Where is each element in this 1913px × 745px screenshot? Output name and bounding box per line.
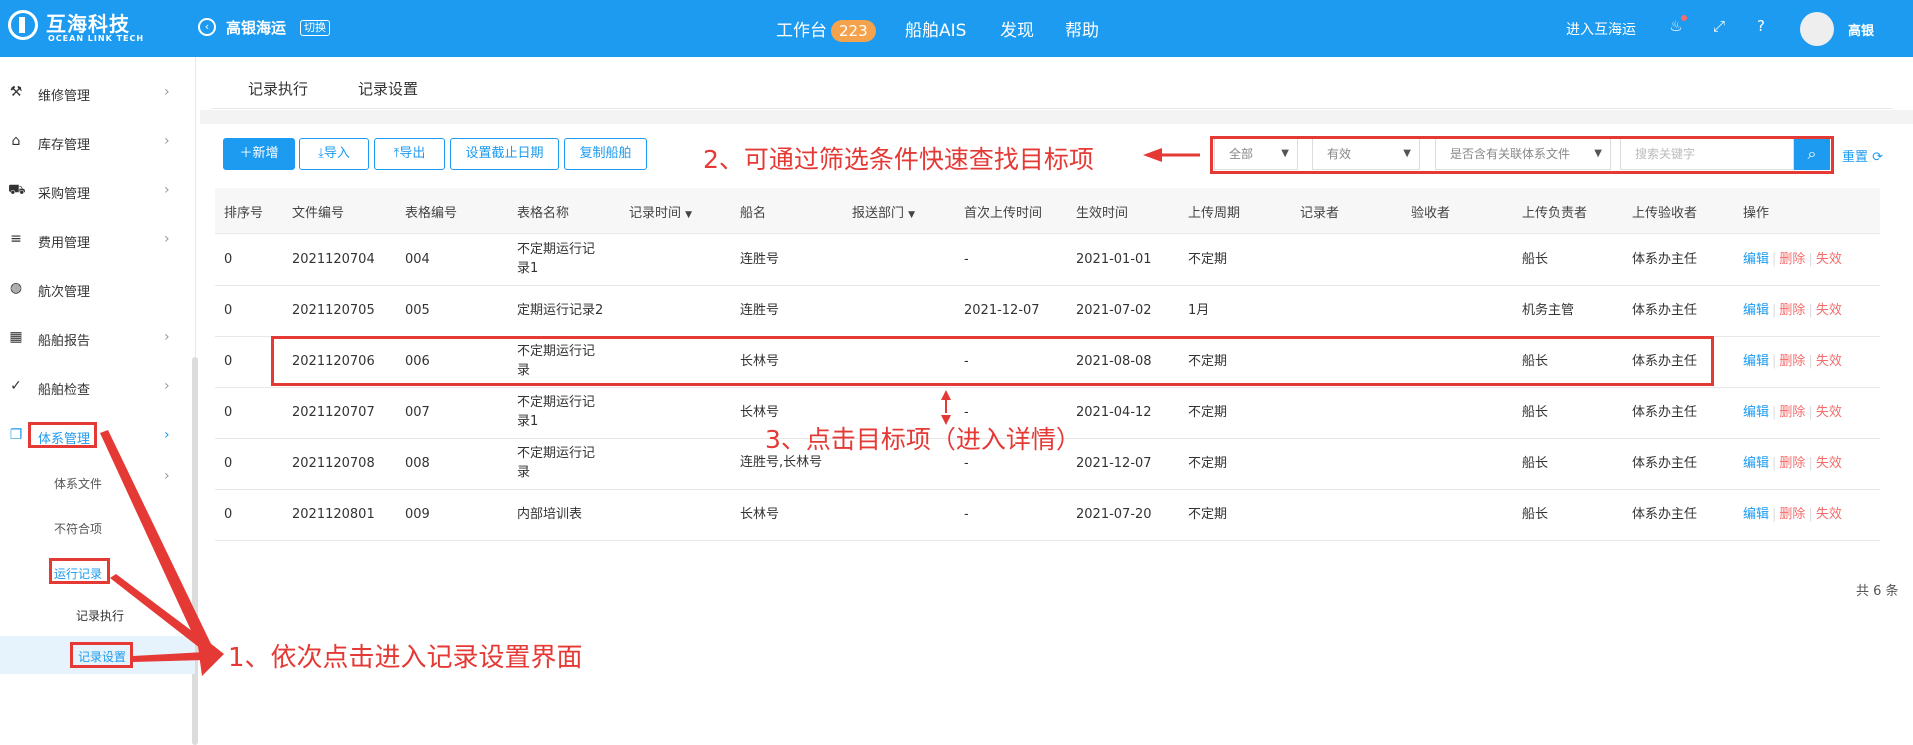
arrow-line-step1-c (133, 652, 205, 662)
arrow-head-step3-up (941, 390, 951, 400)
arrow-head-step2 (1143, 148, 1162, 162)
arrow-head-step1 (196, 632, 224, 676)
annotation-arrows (100, 148, 1200, 676)
arrow-line-step1-b (110, 574, 212, 652)
arrow-line-step1-a (100, 430, 212, 650)
arrow-head-step3-down (941, 415, 951, 425)
